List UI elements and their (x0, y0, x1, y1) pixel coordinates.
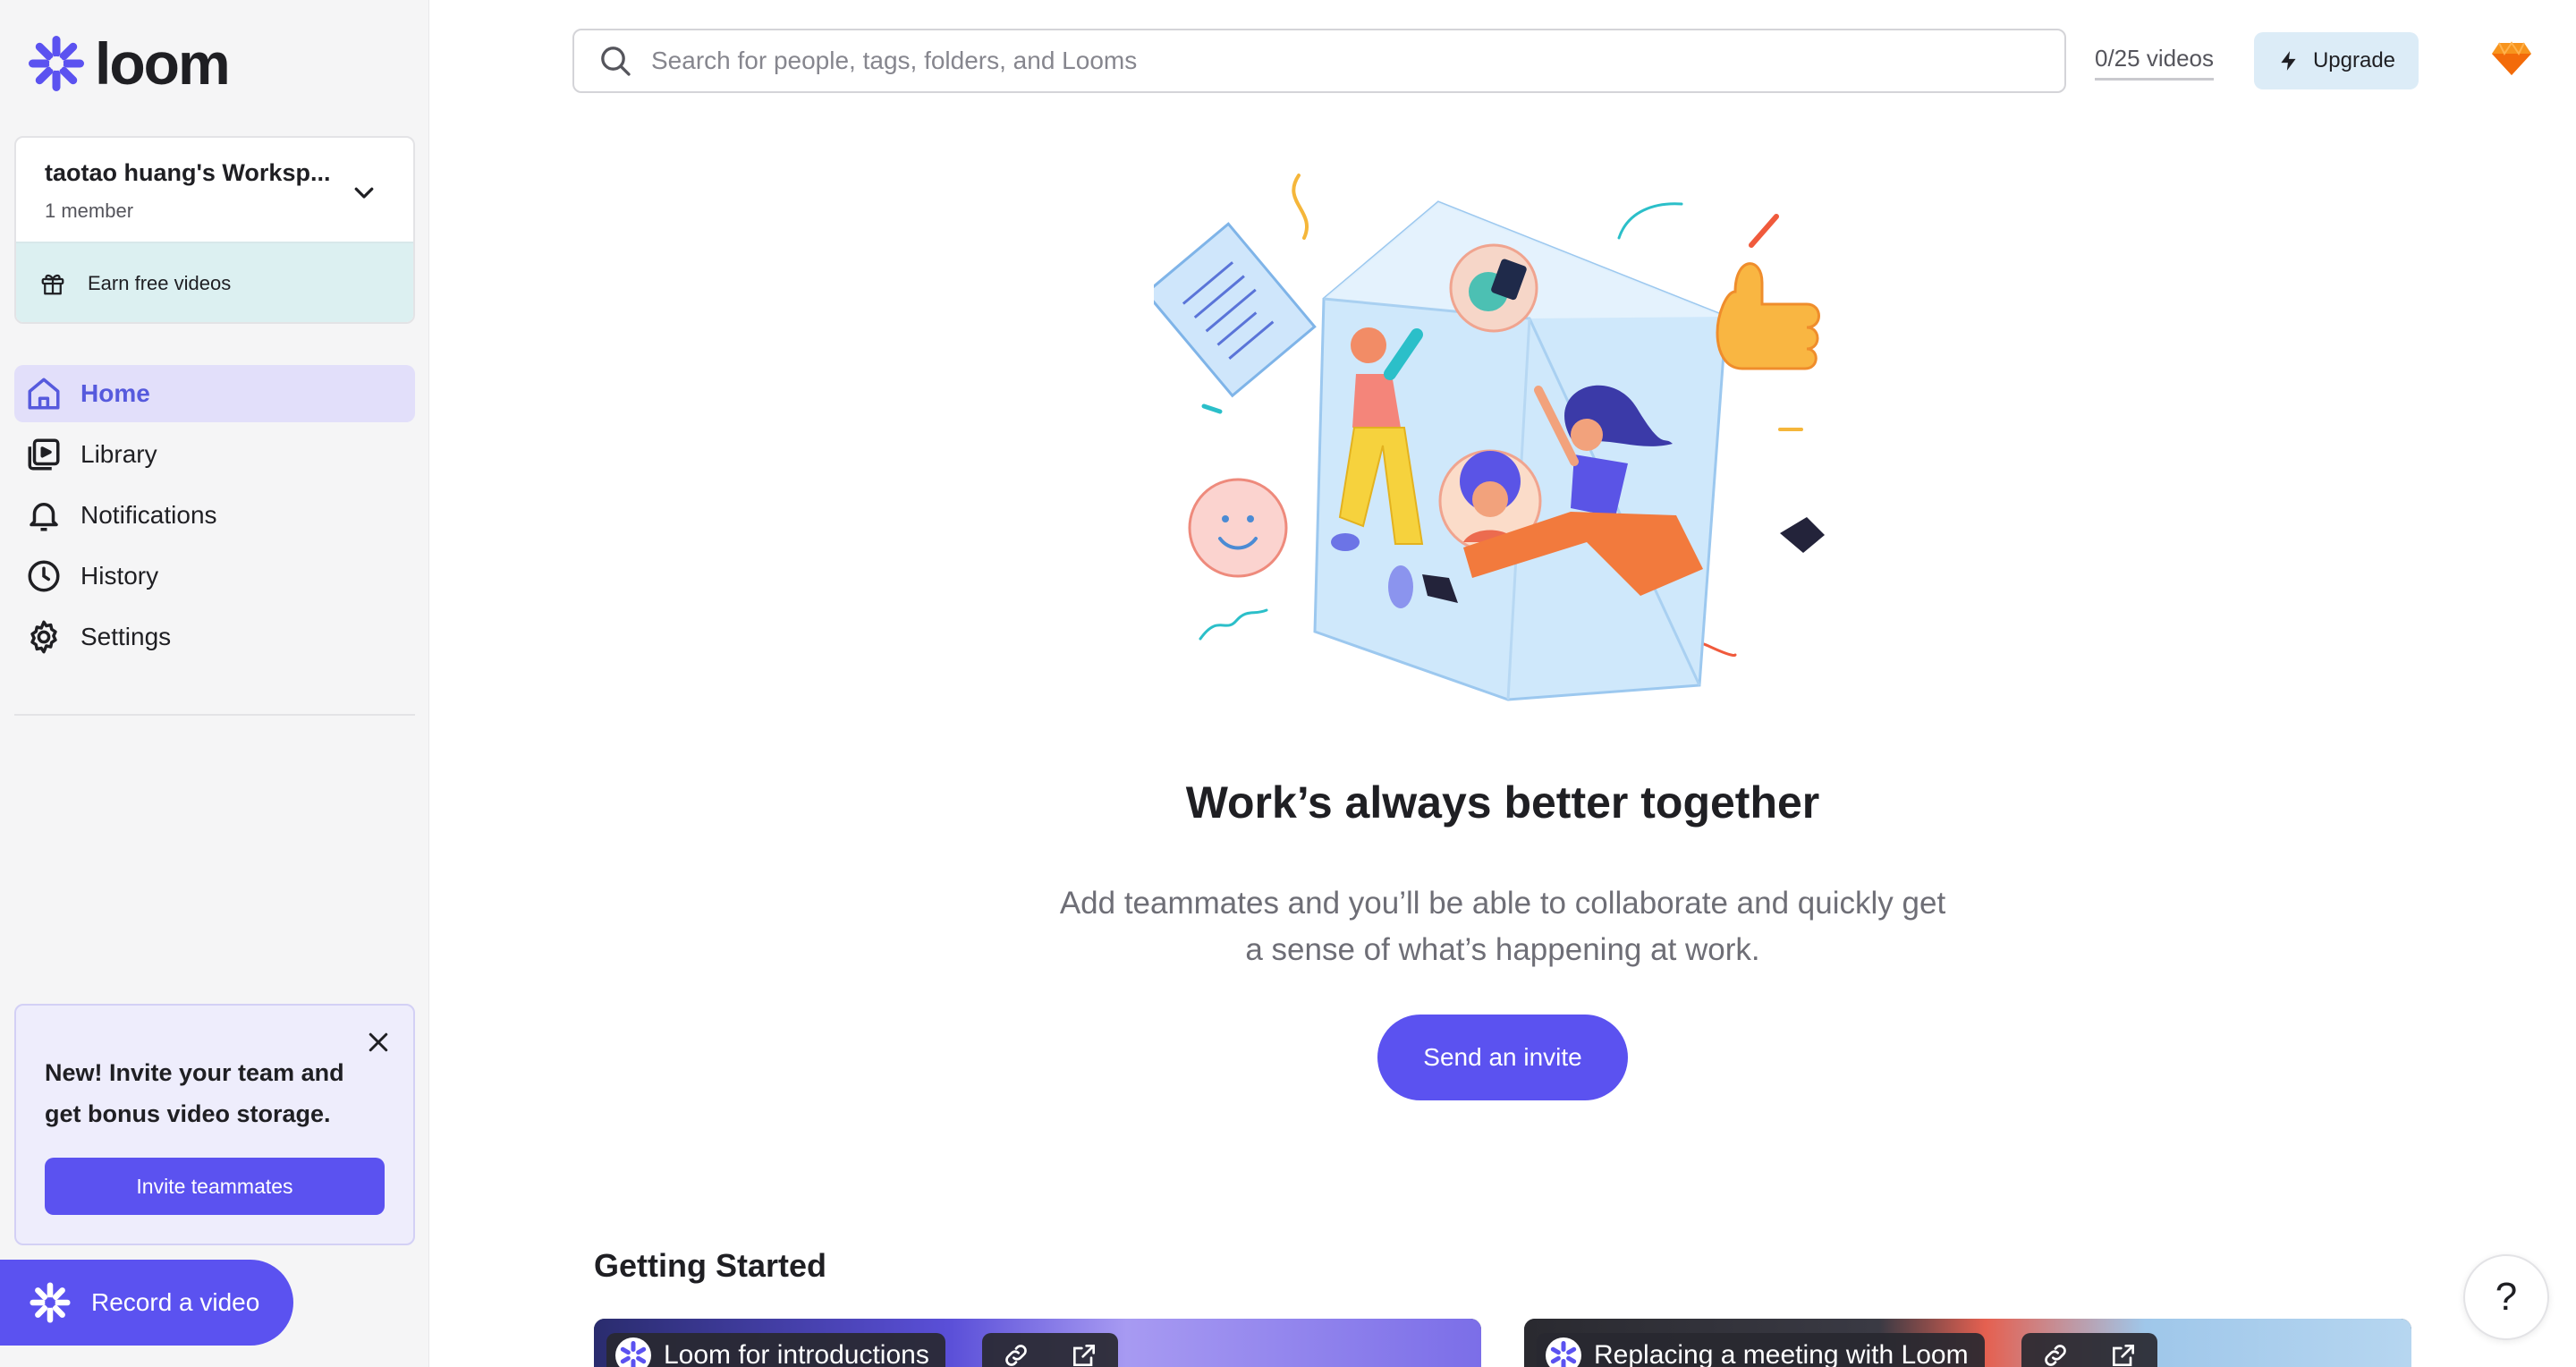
video-count-link[interactable]: 0/25 videos (2095, 45, 2214, 81)
hero-title: Work’s always better together (1185, 777, 1820, 828)
earn-free-videos-link[interactable]: Earn free videos (16, 243, 413, 322)
earn-free-videos-label: Earn free videos (88, 272, 232, 294)
open-external-icon[interactable] (2109, 1341, 2138, 1367)
sidebar-item-settings[interactable]: Settings (14, 608, 415, 666)
sidebar: loom taotao huang's Worksp... 1 member E… (0, 0, 429, 1367)
record-video-label: Record a video (91, 1288, 260, 1316)
invite-promo-text: New! Invite your team and get bonus vide… (45, 1059, 344, 1127)
sidebar-item-label: History (80, 562, 159, 590)
bell-icon (30, 503, 58, 531)
lightning-icon (2281, 51, 2296, 71)
video-actions (982, 1333, 1118, 1367)
search-icon (601, 47, 631, 76)
video-actions (2021, 1333, 2157, 1367)
search-input[interactable] (651, 47, 1993, 75)
invite-promo-card: New! Invite your team and get bonus vide… (14, 1004, 415, 1245)
copy-link-icon[interactable] (2041, 1341, 2070, 1367)
workspace-switcher[interactable]: taotao huang's Worksp... 1 member Earn f… (14, 136, 415, 324)
loom-avatar-icon (1546, 1337, 1581, 1367)
send-invite-button[interactable]: Send an invite (1377, 1015, 1628, 1100)
video-title: Replacing a meeting with Loom (1594, 1340, 1969, 1367)
video-title: Loom for introductions (664, 1340, 929, 1367)
loom-record-icon (30, 1282, 71, 1323)
clock-icon (28, 560, 60, 592)
search-bar[interactable] (572, 29, 2066, 93)
video-title-pill: Replacing a meeting with Loom (1537, 1333, 1985, 1367)
getting-started-heading: Getting Started (594, 1247, 827, 1284)
sidebar-item-label: Settings (80, 623, 172, 650)
library-icon (28, 438, 60, 471)
diamond-icon[interactable] (2492, 41, 2531, 77)
help-button[interactable]: ? (2463, 1254, 2549, 1340)
video-card[interactable]: Replacing a meeting with Loom (1524, 1319, 2411, 1367)
workspace-name: taotao huang's Worksp... (45, 159, 331, 186)
sidebar-item-library[interactable]: Library (14, 426, 415, 483)
invite-teammates-button[interactable]: Invite teammates (45, 1158, 385, 1215)
sidebar-item-home[interactable]: Home (14, 365, 415, 422)
gear-icon (30, 620, 57, 654)
video-card[interactable]: Loom for introductions (594, 1319, 1481, 1367)
loom-logo-icon (29, 36, 84, 91)
sidebar-item-label: Home (80, 379, 150, 407)
sidebar-item-label: Library (80, 440, 157, 468)
sidebar-item-notifications[interactable]: Notifications (14, 487, 415, 544)
copy-link-icon[interactable] (1002, 1341, 1030, 1367)
video-title-pill: Loom for introductions (606, 1333, 945, 1367)
sidebar-divider (14, 714, 415, 716)
sidebar-item-history[interactable]: History (14, 548, 415, 605)
home-icon (28, 378, 60, 410)
sidebar-item-label: Notifications (80, 501, 217, 529)
chevron-down-icon[interactable] (351, 179, 377, 206)
open-external-icon[interactable] (1070, 1341, 1098, 1367)
loom-avatar-icon (615, 1337, 651, 1367)
record-video-button[interactable]: Record a video (0, 1260, 293, 1346)
loom-logo[interactable]: loom (27, 30, 231, 97)
hero-subtitle: Add teammates and you’ll be able to coll… (1059, 886, 1946, 967)
sidebar-nav: Home Library Notifications History Setti… (14, 365, 415, 669)
loom-wordmark: loom (95, 30, 231, 97)
upgrade-label: Upgrade (2312, 48, 2396, 72)
gift-icon (41, 274, 64, 295)
upgrade-button[interactable]: Upgrade (2254, 32, 2419, 89)
workspace-member-count: 1 member (45, 200, 134, 222)
team-illustration (1154, 174, 1825, 701)
